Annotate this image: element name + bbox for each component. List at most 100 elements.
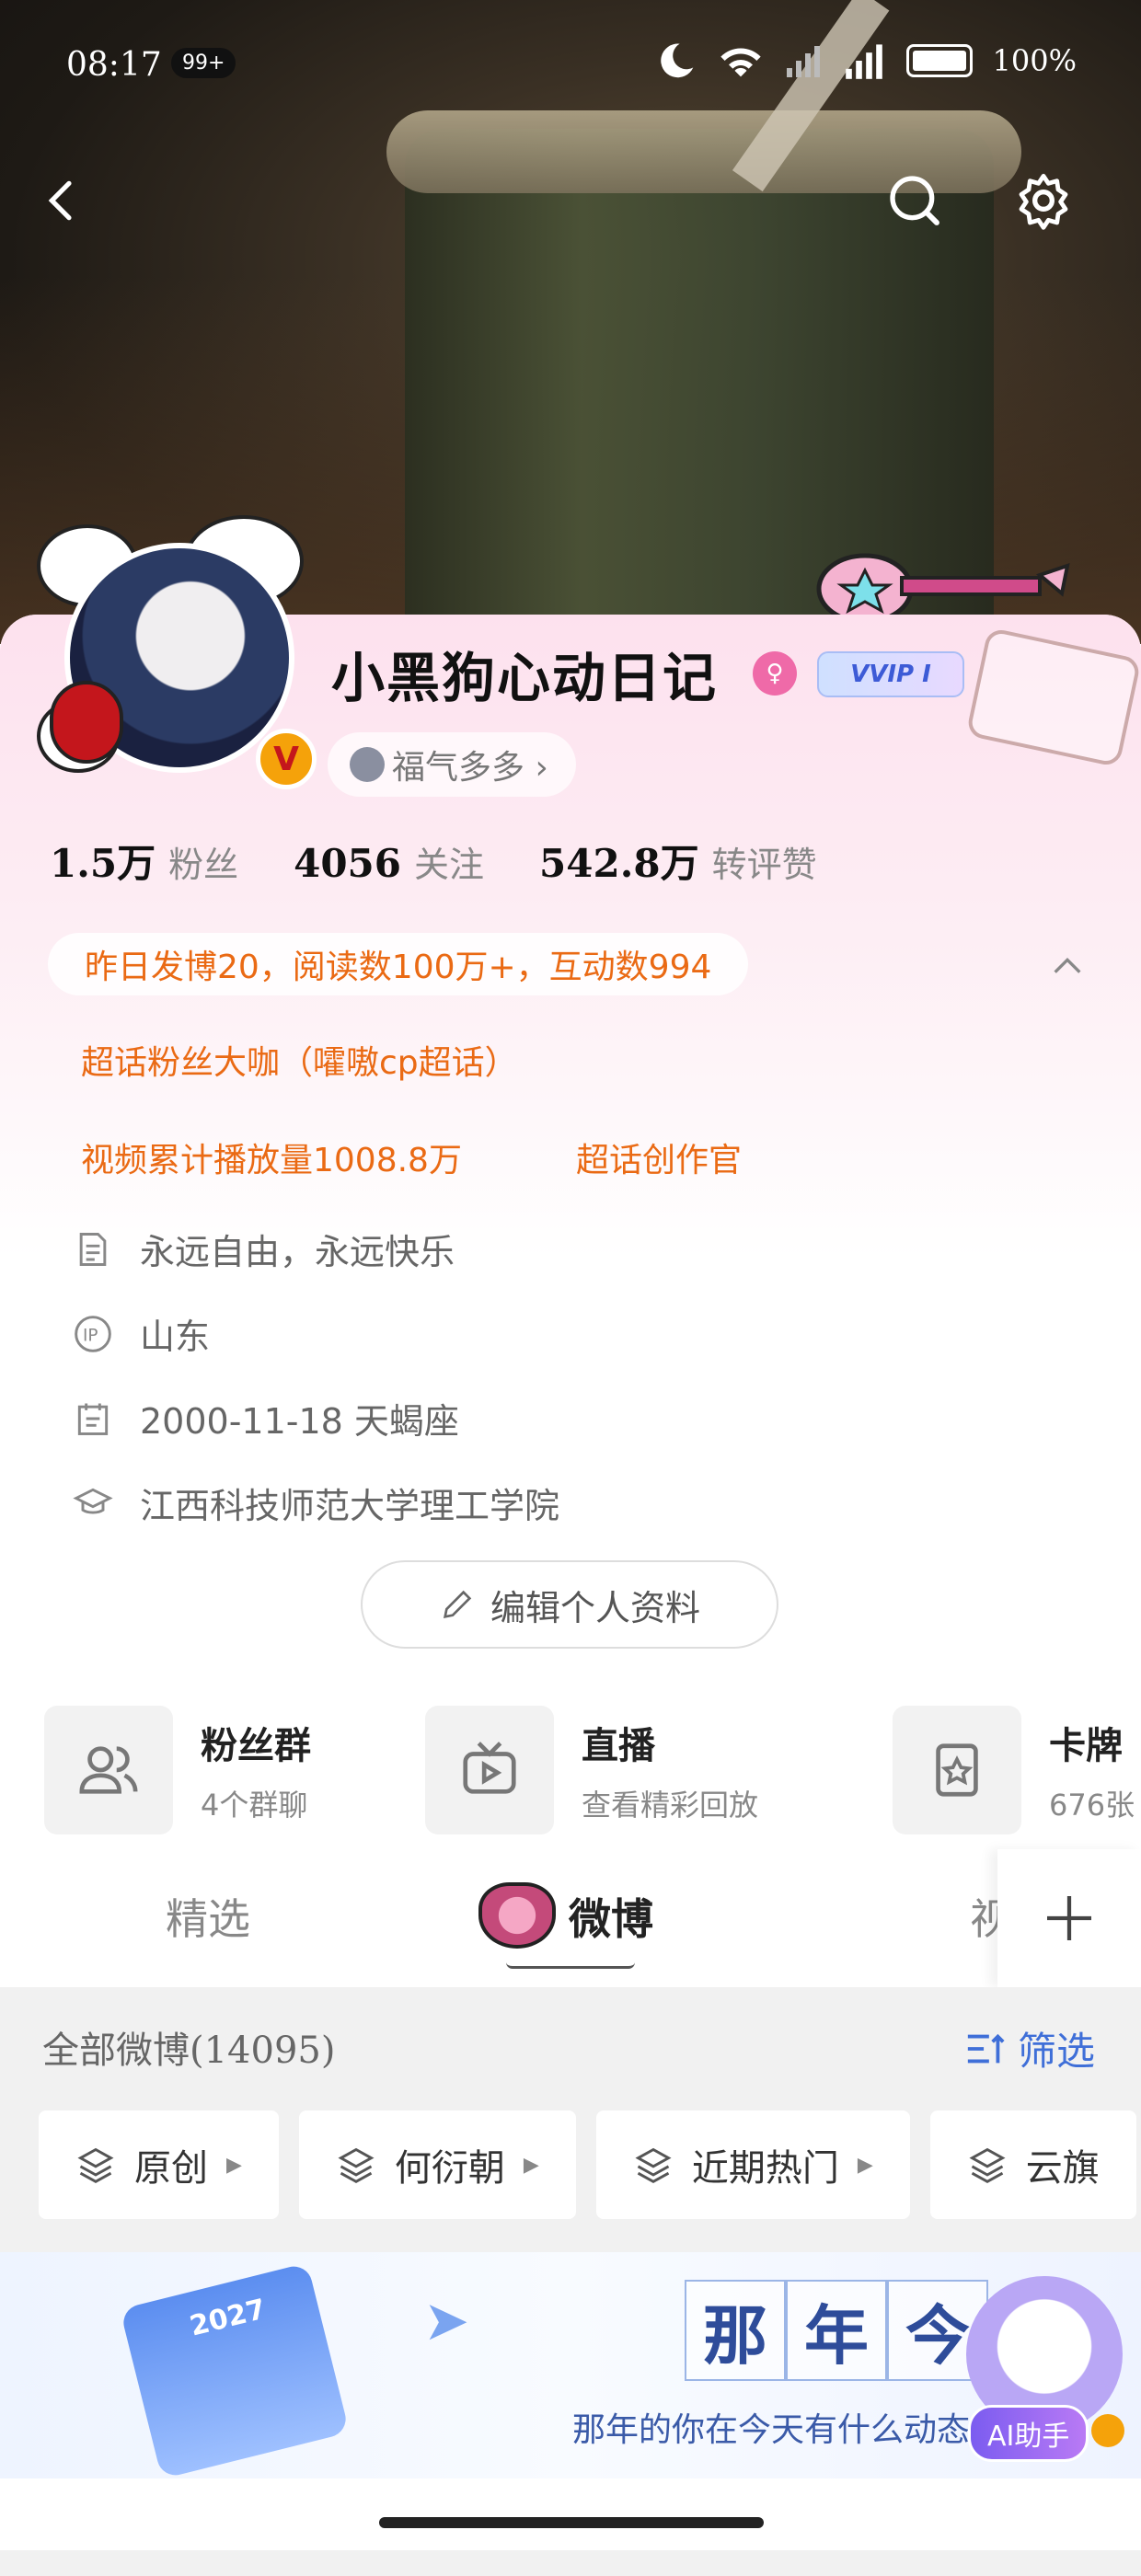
status-time: 08:17 bbox=[66, 46, 162, 84]
vvip-badge[interactable]: VVIP I bbox=[817, 651, 964, 697]
chip-original[interactable]: 原创 ▶ bbox=[39, 2110, 279, 2219]
plus-icon bbox=[1047, 1896, 1091, 1940]
ai-assistant-button[interactable]: AI助手 bbox=[948, 2258, 1141, 2478]
notification-badge: 99+ bbox=[171, 48, 236, 78]
quick-title: 卡牌 bbox=[1049, 1725, 1123, 1767]
birthday-text: 2000-11-18 天蝎座 bbox=[140, 1401, 459, 1442]
memory-banner[interactable]: 2027 ➤ 那 年 今 那年的你在今天有什么动态 AI助手 bbox=[0, 2252, 1141, 2479]
chip-person[interactable]: 何衍朝 ▶ bbox=[298, 2110, 576, 2219]
quick-live[interactable]: 直播 查看精彩回放 bbox=[425, 1706, 758, 1834]
pencil-icon bbox=[443, 1590, 472, 1619]
layers-icon bbox=[969, 2147, 1006, 2184]
bottom-safe-area bbox=[0, 2478, 1141, 2550]
home-indicator[interactable] bbox=[379, 2517, 764, 2528]
school-text: 江西科技师范大学理工学院 bbox=[140, 1486, 560, 1526]
tab-featured[interactable]: 精选 bbox=[166, 1886, 250, 1947]
quick-sub: 676张 bbox=[1049, 1788, 1135, 1823]
banner-subtitle: 那年的你在今天有什么动态 bbox=[572, 2411, 971, 2449]
quick-sub: 4个群聊 bbox=[201, 1788, 308, 1823]
wifi-icon bbox=[720, 48, 761, 77]
fuqi-tag[interactable]: 福气多多 › bbox=[328, 732, 576, 797]
all-weibo-text: 全部微博 bbox=[42, 2030, 190, 2072]
battery-percent: 100% bbox=[992, 43, 1077, 78]
moon-icon bbox=[660, 43, 693, 78]
verified-badge-icon: V bbox=[256, 729, 317, 789]
quick-title: 直播 bbox=[582, 1725, 655, 1767]
calendar-illustration: 2027 bbox=[120, 2262, 350, 2479]
caret-right-icon: ▶ bbox=[857, 2153, 873, 2177]
info-bio: 永远自由，永远快乐 bbox=[70, 1224, 455, 1274]
avatar-decoration bbox=[50, 681, 123, 764]
info-birthday: 2000-11-18 天蝎座 bbox=[70, 1393, 459, 1443]
caret-right-icon: ▶ bbox=[226, 2153, 242, 2177]
calendar-icon bbox=[70, 1396, 116, 1442]
filter-label: 筛选 bbox=[1018, 2029, 1096, 2074]
stat-label: 粉丝 bbox=[168, 845, 239, 885]
chip-label: 何衍朝 bbox=[394, 2147, 505, 2190]
card-icon bbox=[893, 1706, 1021, 1834]
gender-female-icon: ♀ bbox=[753, 651, 797, 696]
quick-title: 粉丝群 bbox=[201, 1725, 311, 1767]
badge-video-plays[interactable]: 视频累计播放量1008.8万 bbox=[81, 1133, 462, 1181]
stat-number: 1.5 bbox=[50, 841, 118, 886]
nickname: 小黑狗心动日记 bbox=[331, 647, 719, 709]
all-weibo-label: 全部微博(14095) bbox=[42, 2020, 335, 2074]
add-tab-button[interactable] bbox=[997, 1849, 1141, 1987]
stat-unit: 万 bbox=[660, 841, 699, 886]
status-bar: 08:17 99+ 100% bbox=[0, 0, 1141, 129]
document-icon bbox=[70, 1226, 116, 1272]
svg-text:IP: IP bbox=[83, 1326, 98, 1345]
banner-title: 那 年 今 bbox=[685, 2280, 988, 2381]
badge-supertopic-fan[interactable]: 超话粉丝大咖（嚯嗷cp超话） bbox=[81, 1036, 518, 1084]
stat-interactions[interactable]: 542.8 万 转评赞 bbox=[539, 833, 817, 889]
back-button[interactable] bbox=[28, 166, 98, 236]
ip-text: 山东 bbox=[140, 1317, 211, 1357]
quick-cards[interactable]: 卡牌 676张 bbox=[893, 1706, 1135, 1834]
fuqi-label: 福气多多 › bbox=[392, 749, 548, 787]
stat-label: 关注 bbox=[414, 845, 485, 885]
heart-icon bbox=[478, 1882, 556, 1949]
layers-icon bbox=[635, 2147, 672, 2184]
stat-number: 542.8 bbox=[539, 841, 661, 886]
status-right: 100% bbox=[656, 40, 1077, 81]
edit-profile-button[interactable]: 编辑个人资料 bbox=[361, 1560, 778, 1649]
tab-active-indicator bbox=[506, 1956, 635, 1969]
profile-tabs: 精选 微博 视 bbox=[0, 1849, 1141, 1987]
ip-icon: IP bbox=[70, 1311, 116, 1357]
paper-plane-icon: ➤ bbox=[423, 2289, 470, 2353]
collapse-button[interactable] bbox=[1049, 948, 1086, 984]
chip-label: 原创 bbox=[134, 2147, 208, 2190]
stat-unit: 万 bbox=[117, 841, 156, 886]
back-icon bbox=[48, 180, 72, 221]
signal-icon-5g bbox=[845, 44, 882, 79]
filter-button[interactable]: 筛选 bbox=[962, 2020, 1095, 2076]
stat-following[interactable]: 4056 关注 bbox=[294, 836, 484, 887]
banner-title-char: 年 bbox=[786, 2280, 887, 2381]
ai-dot bbox=[1091, 2414, 1124, 2447]
bio-text: 永远自由，永远快乐 bbox=[140, 1232, 455, 1272]
activity-summary[interactable]: 昨日发博20，阅读数100万+，互动数994 bbox=[48, 933, 749, 995]
people-icon bbox=[44, 1706, 173, 1834]
info-ip: IP 山东 bbox=[70, 1308, 210, 1359]
stat-fans[interactable]: 1.5 万 粉丝 bbox=[50, 833, 238, 889]
tab-weibo[interactable]: 微博 bbox=[569, 1886, 653, 1947]
graduation-cap-icon bbox=[70, 1480, 116, 1526]
badge-supertopic-creator[interactable]: 超话创作官 bbox=[576, 1133, 742, 1181]
settings-button[interactable] bbox=[1008, 166, 1078, 236]
chip-trending[interactable]: 近期热门 ▶ bbox=[595, 2110, 910, 2219]
layers-icon bbox=[338, 2147, 375, 2184]
search-button[interactable] bbox=[880, 166, 950, 236]
chip-yunqi[interactable]: 云旗 bbox=[929, 2110, 1136, 2219]
avatar[interactable]: V bbox=[37, 515, 317, 789]
chevron-up-icon bbox=[1054, 957, 1081, 973]
tv-icon bbox=[425, 1706, 554, 1834]
feed-chips: 原创 ▶ 何衍朝 ▶ 近期热门 ▶ 云旗 bbox=[39, 2110, 1136, 2219]
ai-assistant-label: AI助手 bbox=[968, 2405, 1089, 2462]
quick-sub: 查看精彩回放 bbox=[582, 1788, 759, 1823]
stat-label: 转评赞 bbox=[711, 845, 817, 885]
chip-label: 近期热门 bbox=[691, 2147, 839, 2190]
edit-profile-label: 编辑个人资料 bbox=[490, 1587, 700, 1628]
stat-number: 4056 bbox=[294, 841, 402, 886]
quick-fan-group[interactable]: 粉丝群 4个群聊 bbox=[44, 1706, 311, 1834]
layers-icon bbox=[77, 2147, 114, 2184]
